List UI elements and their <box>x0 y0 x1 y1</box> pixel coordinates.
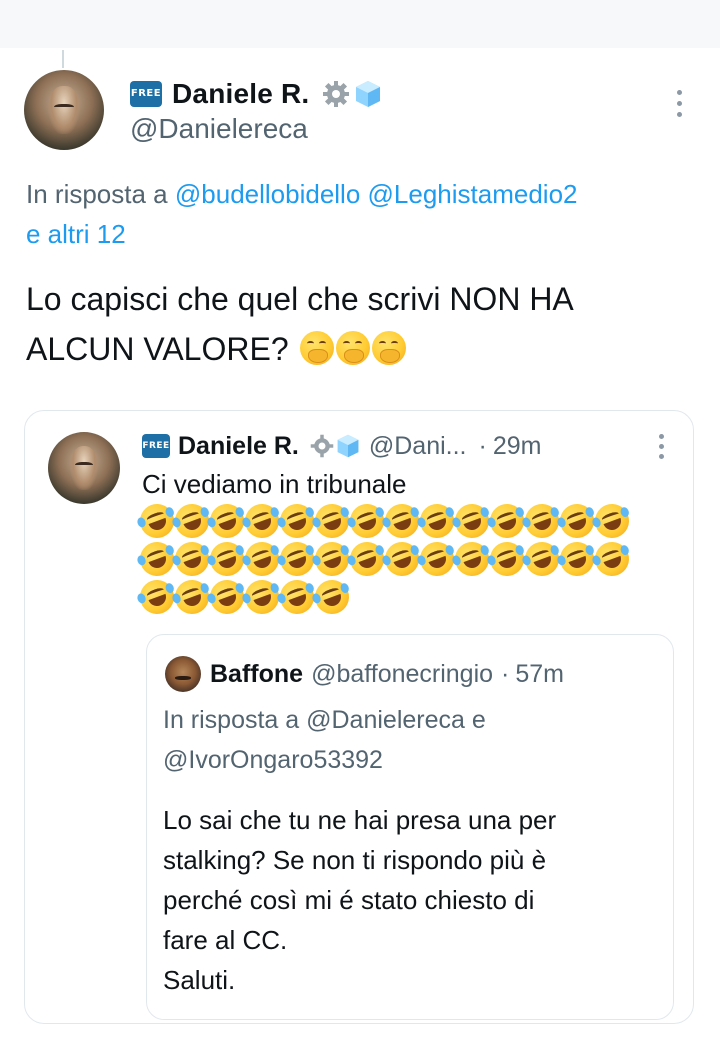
rolling-on-floor-laughing-icon <box>590 499 634 543</box>
tweet-text-content: Lo capisci che quel che scrivi NON HA AL… <box>26 281 572 367</box>
laughing-emoji-row <box>135 575 650 619</box>
dot <box>659 454 664 459</box>
inner-text-line: perché così mi é stato chiesto di <box>163 885 535 915</box>
tweet-text: Lo capisci che quel che scrivi NON HA AL… <box>26 274 686 374</box>
quoted-author-row[interactable]: FREE Daniele R. @Dani... · 29m <box>142 428 541 464</box>
author-name-row[interactable]: FREE Daniele R. <box>130 74 383 114</box>
dot <box>659 444 664 449</box>
avatar[interactable] <box>24 70 104 150</box>
laughing-emoji-row <box>135 537 650 581</box>
reply-prefix: In risposta a <box>26 179 168 209</box>
face-with-hand-over-mouth-icon <box>299 331 334 365</box>
inner-text-line: Saluti. <box>163 965 236 995</box>
gear-icon <box>310 434 334 458</box>
laughing-emoji-row <box>135 499 650 543</box>
inner-text-line: fare al CC. <box>163 925 288 955</box>
dot <box>677 112 682 117</box>
inner-display-name[interactable]: Baffone <box>210 660 303 689</box>
dot <box>659 434 664 439</box>
more-options-icon[interactable] <box>672 90 686 118</box>
quoted-avatar[interactable] <box>48 432 120 504</box>
separator-dot: · <box>478 431 487 460</box>
mention-link[interactable]: @Leghistamedio2 <box>368 179 578 209</box>
top-bar <box>0 0 720 48</box>
avatar-eyes <box>54 103 74 112</box>
face-with-hand-over-mouth-icon <box>371 331 406 365</box>
inner-text-line: Lo sai che tu ne hai presa una per <box>163 805 557 835</box>
face-with-hand-over-mouth-icon <box>335 331 370 365</box>
inner-reply-to-line: In risposta a @Danielereca e @IvorOngaro… <box>163 700 663 780</box>
mention-link[interactable]: @budellobidello <box>175 179 360 209</box>
inner-reply-line: @IvorOngaro53392 <box>163 746 383 774</box>
rolling-on-floor-laughing-icon <box>310 575 354 619</box>
dot <box>677 90 682 95</box>
laughing-emoji-group <box>135 499 650 619</box>
more-options-icon[interactable] <box>654 434 668 462</box>
free-badge-icon: FREE <box>142 434 170 458</box>
ice-cube-icon <box>337 434 359 458</box>
author-handle[interactable]: @Danielereca <box>130 113 308 145</box>
author-display-name[interactable]: Daniele R. <box>172 78 309 110</box>
reply-to-line: In risposta a @budellobidello @Leghistam… <box>26 172 720 216</box>
gear-icon <box>323 81 350 107</box>
quoted-handle[interactable]: @Dani... <box>369 432 467 461</box>
thread-connector-line <box>62 50 64 68</box>
rolling-on-floor-laughing-icon <box>590 537 634 581</box>
inner-timestamp[interactable]: 57m <box>515 660 564 689</box>
inner-reply-line: In risposta a @Danielereca e <box>163 706 486 734</box>
baffone-avatar[interactable] <box>165 656 201 692</box>
inner-handle[interactable]: @baffonecringio <box>311 660 493 689</box>
avatar-eyes <box>75 462 93 469</box>
quoted-display-name[interactable]: Daniele R. <box>178 432 299 461</box>
dot <box>677 101 682 106</box>
inner-author-row[interactable]: Baffone @baffonecringio · 57m <box>210 656 564 692</box>
quoted-timestamp[interactable]: 29m <box>493 432 542 461</box>
separator-dot: · <box>501 659 510 688</box>
quoted-tweet-text: Ci vediamo in tribunale <box>142 469 407 499</box>
inner-text-line: stalking? Se non ti rispondo più è <box>163 845 547 875</box>
inner-tweet-text: Lo sai che tu ne hai presa una per stalk… <box>163 800 663 1000</box>
avatar-mustache <box>175 675 191 681</box>
ice-cube-icon <box>356 81 381 107</box>
free-badge-icon: FREE <box>130 81 162 107</box>
reply-others-link[interactable]: e altri 12 <box>26 214 126 254</box>
